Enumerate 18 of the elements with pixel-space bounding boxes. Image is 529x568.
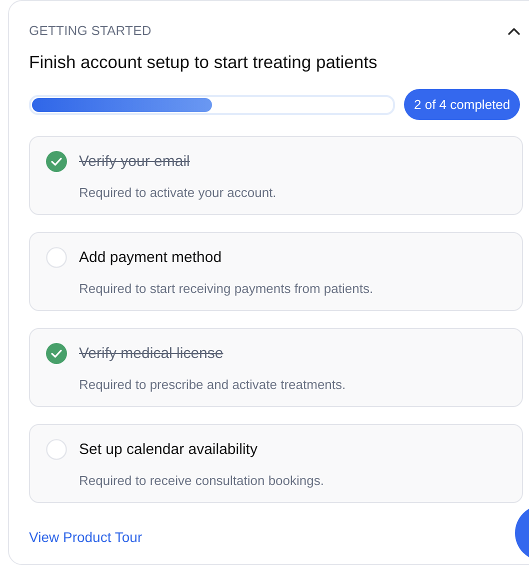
- task-description: Required to receive consultation bookings.: [79, 473, 325, 488]
- section-label: GETTING STARTED: [29, 23, 152, 38]
- product-tour-link[interactable]: View Product Tour: [29, 529, 142, 545]
- task-card[interactable]: Verify your email Required to activate your account.: [29, 136, 523, 215]
- task-card[interactable]: Verify medical license Required to prescribe and activate treatments.: [29, 328, 523, 407]
- task-title: Verify your email: [79, 153, 190, 170]
- task-card[interactable]: Set up calendar availability Required to receive consultation bookings.: [29, 424, 523, 503]
- task-title: Verify medical license: [79, 345, 224, 362]
- card-title: Finish account setup to start treating patients: [29, 52, 378, 73]
- progress-badge: 2 of 4 completed: [404, 89, 520, 120]
- check-icon[interactable]: [46, 343, 67, 364]
- task-description: Required to start receiving payments from patients.: [79, 281, 374, 296]
- task-card[interactable]: Add payment method Required to start receiving payments from patients.: [29, 232, 523, 311]
- task-description: Required to activate your account.: [79, 185, 278, 200]
- task-title: Set up calendar availability: [79, 441, 258, 458]
- task-description: Required to prescribe and activate treatments.: [79, 377, 347, 392]
- check-icon[interactable]: [46, 151, 67, 172]
- task-title: Add payment method: [79, 249, 222, 266]
